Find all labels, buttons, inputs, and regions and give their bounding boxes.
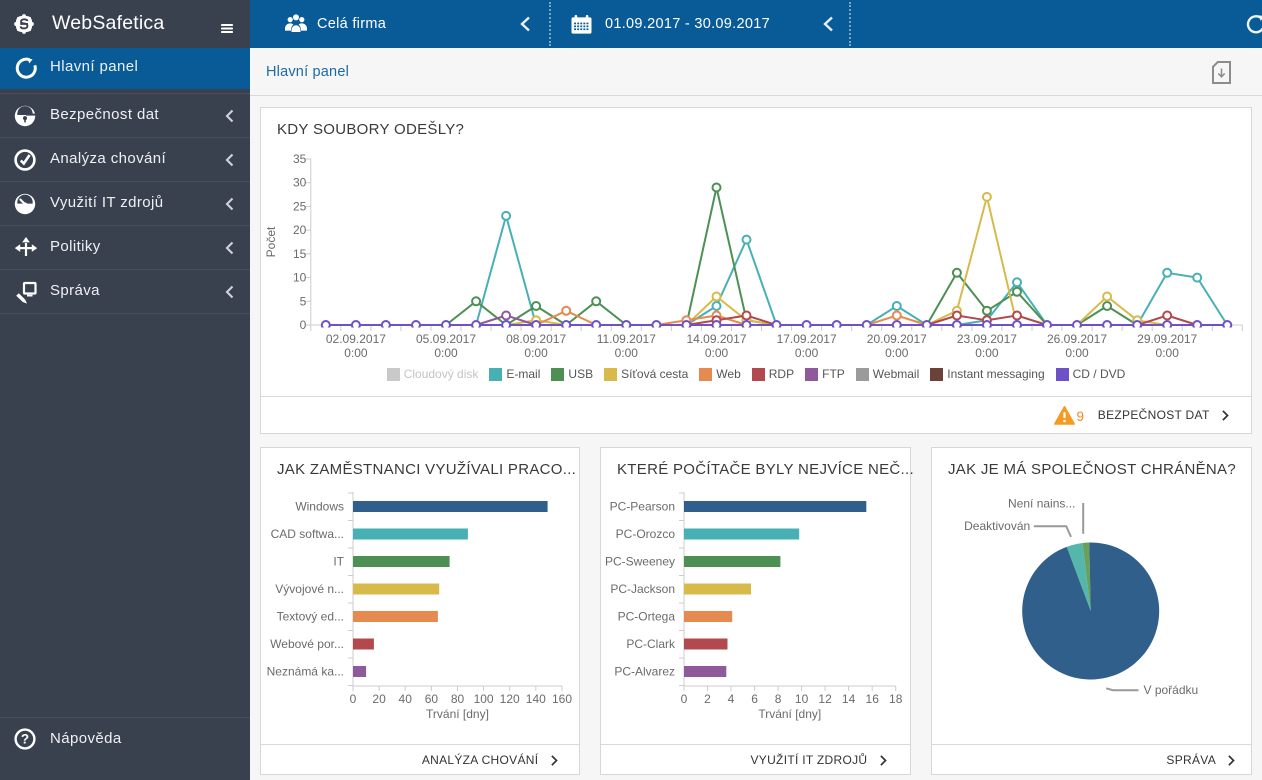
svg-text:18: 18 <box>889 692 903 706</box>
svg-text:100: 100 <box>474 692 494 706</box>
svg-text:11.09.2017: 11.09.2017 <box>597 332 656 346</box>
svg-text:80: 80 <box>451 692 465 706</box>
svg-text:30: 30 <box>293 176 307 190</box>
svg-text:0:00: 0:00 <box>705 346 729 360</box>
svg-text:Vývojové n...: Vývojové n... <box>275 582 344 596</box>
svg-text:PC-Alvarez: PC-Alvarez <box>614 665 675 679</box>
svg-text:120: 120 <box>500 692 520 706</box>
svg-text:0: 0 <box>300 318 307 332</box>
svg-text:0:00: 0:00 <box>344 346 368 360</box>
svg-text:60: 60 <box>425 692 439 706</box>
svg-text:4: 4 <box>728 692 735 706</box>
svg-text:Deaktivován: Deaktivován <box>964 519 1030 533</box>
svg-text:PC-Jackson: PC-Jackson <box>610 582 675 596</box>
svg-text:0:00: 0:00 <box>524 346 548 360</box>
svg-text:0:00: 0:00 <box>434 346 458 360</box>
svg-text:35: 35 <box>293 152 307 166</box>
svg-text:08.09.2017: 08.09.2017 <box>506 332 566 346</box>
svg-text:14: 14 <box>842 692 856 706</box>
svg-text:25: 25 <box>293 199 307 213</box>
svg-text:V pořádku: V pořádku <box>1144 683 1199 697</box>
svg-text:IT: IT <box>333 555 344 569</box>
svg-text:0: 0 <box>350 692 357 706</box>
svg-text:140: 140 <box>526 692 546 706</box>
svg-text:26.09.2017: 26.09.2017 <box>1047 332 1107 346</box>
svg-text:29.09.2017: 29.09.2017 <box>1137 332 1197 346</box>
svg-text:Windows: Windows <box>295 500 344 514</box>
svg-text:0:00: 0:00 <box>1156 346 1180 360</box>
svg-text:Webové por...: Webové por... <box>270 637 344 651</box>
svg-text:PC-Pearson: PC-Pearson <box>610 500 675 514</box>
svg-text:10: 10 <box>293 271 307 285</box>
svg-text:PC-Clark: PC-Clark <box>626 637 676 651</box>
svg-text:0:00: 0:00 <box>885 346 909 360</box>
svg-text:10: 10 <box>795 692 809 706</box>
svg-text:PC-Orozco: PC-Orozco <box>616 527 676 541</box>
svg-text:160: 160 <box>552 692 572 706</box>
svg-text:PC-Ortega: PC-Ortega <box>618 610 676 624</box>
svg-text:8: 8 <box>775 692 782 706</box>
svg-text:15: 15 <box>293 247 307 261</box>
svg-text:23.09.2017: 23.09.2017 <box>957 332 1017 346</box>
svg-text:02.09.2017: 02.09.2017 <box>326 332 386 346</box>
svg-text:20.09.2017: 20.09.2017 <box>867 332 927 346</box>
svg-text:Textový ed...: Textový ed... <box>277 610 344 624</box>
svg-text:40: 40 <box>399 692 413 706</box>
svg-text:5: 5 <box>300 294 307 308</box>
svg-text:0:00: 0:00 <box>1065 346 1089 360</box>
svg-text:Neznámá ka...: Neznámá ka... <box>267 665 344 679</box>
svg-text:17.09.2017: 17.09.2017 <box>777 332 837 346</box>
svg-text:Není nains...: Není nains... <box>1008 497 1075 511</box>
svg-text:20: 20 <box>372 692 386 706</box>
svg-text:14.09.2017: 14.09.2017 <box>686 332 746 346</box>
svg-text:05.09.2017: 05.09.2017 <box>416 332 476 346</box>
svg-text:PC-Sweeney: PC-Sweeney <box>605 555 675 569</box>
svg-text:6: 6 <box>751 692 758 706</box>
svg-text:16: 16 <box>866 692 880 706</box>
svg-text:12: 12 <box>818 692 832 706</box>
svg-text:0:00: 0:00 <box>975 346 999 360</box>
svg-text:0: 0 <box>681 692 688 706</box>
svg-text:2: 2 <box>704 692 711 706</box>
svg-text:Trvání [dny]: Trvání [dny] <box>758 707 821 721</box>
svg-text:Trvání [dny]: Trvání [dny] <box>426 707 489 721</box>
svg-text:0:00: 0:00 <box>795 346 819 360</box>
svg-text:CAD softwa...: CAD softwa... <box>271 527 344 541</box>
svg-text:Počet: Počet <box>264 226 278 257</box>
svg-text:20: 20 <box>293 223 307 237</box>
svg-text:0:00: 0:00 <box>615 346 639 360</box>
svg-text:?: ? <box>21 732 29 747</box>
